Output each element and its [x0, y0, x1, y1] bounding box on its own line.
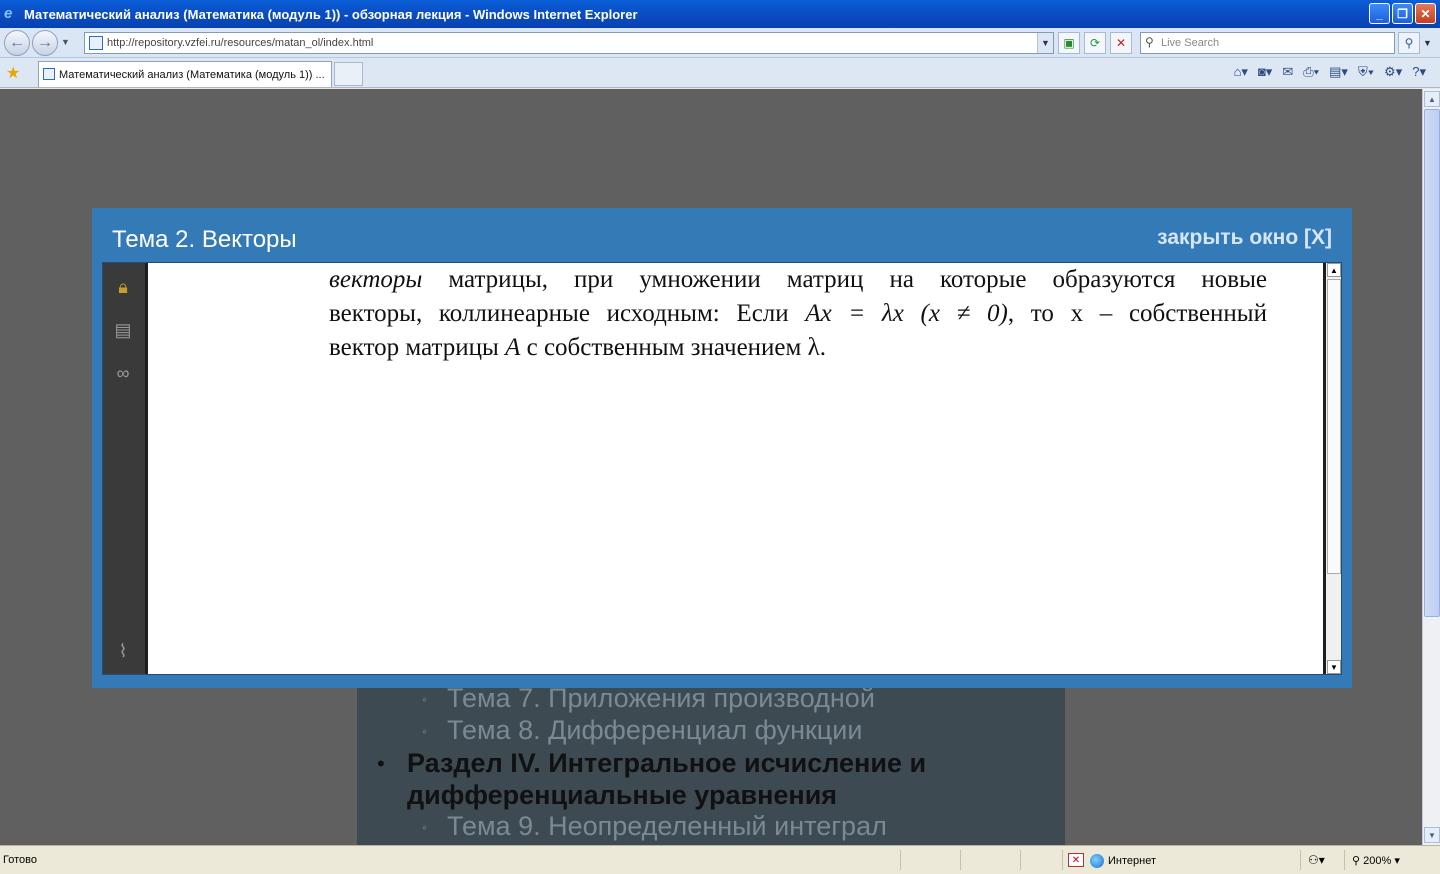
status-text: Готово	[3, 854, 37, 866]
forward-button[interactable]: →	[32, 30, 58, 56]
back-button[interactable]: ←	[4, 30, 30, 56]
title-bar: e Математический анализ (Математика (мод…	[0, 0, 1440, 28]
search-options-icon[interactable]: ▼	[1423, 38, 1432, 48]
list-bullet: •	[377, 751, 385, 776]
pdf-formula: A	[505, 334, 521, 361]
pdf-text: с собственным значением λ.	[520, 334, 826, 361]
compatibility-icon[interactable]: ▣	[1058, 32, 1080, 54]
zoom-control[interactable]: ⚲ 200% ▾	[1352, 854, 1400, 867]
binoculars-icon[interactable]: ∞	[111, 361, 135, 385]
favorites-star-icon[interactable]: ★	[6, 63, 20, 83]
tab-label: Математический анализ (Математика (модул…	[59, 68, 325, 81]
page-icon	[89, 36, 103, 50]
scroll-up-arrow-icon[interactable]: ▲	[1424, 91, 1440, 107]
history-dropdown-icon[interactable]: ▼	[61, 37, 70, 47]
status-divider	[1062, 850, 1063, 870]
tools-gear-icon[interactable]: ⚙▾	[1384, 64, 1402, 80]
tab-page-icon	[43, 68, 55, 80]
page-menu-icon[interactable]: ▤▾	[1329, 64, 1348, 80]
stop-icon[interactable]: ✕	[1110, 32, 1132, 54]
window-title: Математический анализ (Математика (модул…	[24, 6, 638, 22]
popup-blocked-icon[interactable]: ✕	[1068, 853, 1084, 867]
list-bullet: ◦	[422, 691, 427, 707]
pdf-line-3: вектор матрицы A с собственным значением…	[329, 331, 1267, 365]
status-divider	[1344, 850, 1345, 870]
course-outline: ◦ Тема 7. Приложения производной ◦ Тема …	[357, 683, 1065, 845]
pdf-formula: Ax = λx (x ≠ 0)	[805, 300, 1008, 327]
close-window-link[interactable]: закрыть окно [X]	[1157, 226, 1332, 250]
pdf-sidebar: 🔒︎ ▤ ∞ ⌇	[103, 263, 148, 674]
security-zone[interactable]: Интернет	[1090, 854, 1156, 868]
protected-mode-icon[interactable]: ⚇▾	[1308, 853, 1325, 867]
close-button[interactable]: ✕	[1415, 3, 1436, 24]
list-item[interactable]: Тема 8. Дифференциал функции	[447, 715, 862, 746]
window-controls: _ ❐ ✕	[1369, 3, 1436, 24]
zone-label: Интернет	[1108, 855, 1156, 867]
refresh-icon[interactable]: ⟳	[1084, 32, 1106, 54]
status-bar: Готово ✕ Интернет ⚇▾ ⚲ 200% ▾	[0, 845, 1440, 874]
address-url: http://repository.vzfei.ru/resources/mat…	[107, 37, 374, 49]
list-item[interactable]: Тема 9. Неопределенный интеграл	[447, 811, 887, 842]
address-dropdown-icon[interactable]: ▼	[1037, 33, 1053, 53]
mail-icon[interactable]: ✉	[1282, 64, 1293, 80]
pdf-viewer: 🔒︎ ▤ ∞ ⌇ векторы матрицы, при умножении …	[102, 262, 1342, 675]
ie-logo-icon: e	[4, 5, 13, 22]
lock-icon[interactable]: 🔒︎	[111, 275, 135, 299]
address-input[interactable]: http://repository.vzfei.ru/resources/mat…	[84, 32, 1054, 54]
search-go-button[interactable]: ⚲	[1398, 32, 1420, 54]
pdf-scroll-thumb[interactable]	[1327, 279, 1341, 574]
command-bar: ⌂▾ ◙▾ ✉ ⎙▾ ▤▾ ⛨▾ ⚙▾ ?▾	[1234, 64, 1426, 80]
search-input[interactable]: ⚲ Live Search	[1140, 32, 1395, 54]
status-divider	[1300, 850, 1301, 870]
browser-scroll-thumb[interactable]	[1424, 109, 1440, 617]
topic-modal: Тема 2. Векторы закрыть окно [X] 🔒︎ ▤ ∞ …	[92, 208, 1352, 688]
pdf-text: , то x – собственный	[1007, 300, 1267, 327]
pages-icon[interactable]: ▤	[111, 318, 135, 342]
tab-row: ★ Математический анализ (Математика (мод…	[0, 58, 1440, 88]
pdf-line-2: векторы, коллинеарные исходным: Если Ax …	[329, 297, 1267, 331]
scroll-down-arrow-icon[interactable]: ▼	[1424, 827, 1440, 843]
list-item-section[interactable]: Раздел IV. Интегральное исчисление и диф…	[407, 747, 1027, 811]
zoom-level: 200%	[1363, 855, 1392, 867]
address-bar-row: ← → ▼ http://repository.vzfei.ru/resourc…	[0, 28, 1440, 58]
pdf-scrollbar[interactable]: ▲ ▼	[1323, 263, 1341, 674]
list-bullet: ◦	[422, 819, 427, 835]
status-divider	[960, 850, 961, 870]
pdf-text: матрицы, при умножении матриц на которые…	[422, 266, 1267, 293]
list-bullet: ◦	[422, 723, 427, 739]
minimize-button[interactable]: _	[1369, 3, 1390, 24]
pdf-page: векторы матрицы, при умножении матриц на…	[151, 263, 1321, 674]
scroll-down-arrow-icon[interactable]: ▼	[1327, 660, 1341, 674]
print-icon[interactable]: ⎙▾	[1303, 64, 1319, 80]
search-placeholder: Live Search	[1161, 37, 1220, 49]
new-tab-button[interactable]	[334, 62, 363, 86]
page-viewport: ◦ Тема 7. Приложения производной ◦ Тема …	[0, 89, 1422, 845]
browser-window: e Математический анализ (Математика (мод…	[0, 0, 1440, 874]
pdf-text: векторы, коллинеарные исходным: Если	[329, 300, 806, 327]
pdf-term: векторы	[329, 266, 423, 293]
feeds-icon[interactable]: ◙▾	[1258, 64, 1272, 80]
status-divider	[1020, 850, 1021, 870]
globe-icon	[1090, 854, 1104, 868]
pdf-text-block: векторы матрицы, при умножении матриц на…	[329, 263, 1267, 365]
safety-icon[interactable]: ⛨▾	[1358, 64, 1374, 80]
tab-active[interactable]: Математический анализ (Математика (модул…	[38, 61, 332, 87]
modal-title: Тема 2. Векторы	[112, 226, 297, 253]
browser-scrollbar[interactable]: ▲ ▼	[1422, 89, 1440, 845]
pdf-line-1: векторы матрицы, при умножении матриц на…	[329, 263, 1267, 297]
status-divider	[900, 850, 901, 870]
help-icon[interactable]: ?▾	[1412, 64, 1426, 80]
paperclip-icon[interactable]: ⌇	[111, 639, 135, 663]
maximize-button[interactable]: ❐	[1392, 3, 1413, 24]
live-search-icon: ⚲	[1145, 35, 1154, 49]
home-icon[interactable]: ⌂▾	[1234, 64, 1248, 80]
pdf-text: вектор матрицы	[329, 334, 506, 361]
scroll-up-arrow-icon[interactable]: ▲	[1327, 263, 1341, 277]
